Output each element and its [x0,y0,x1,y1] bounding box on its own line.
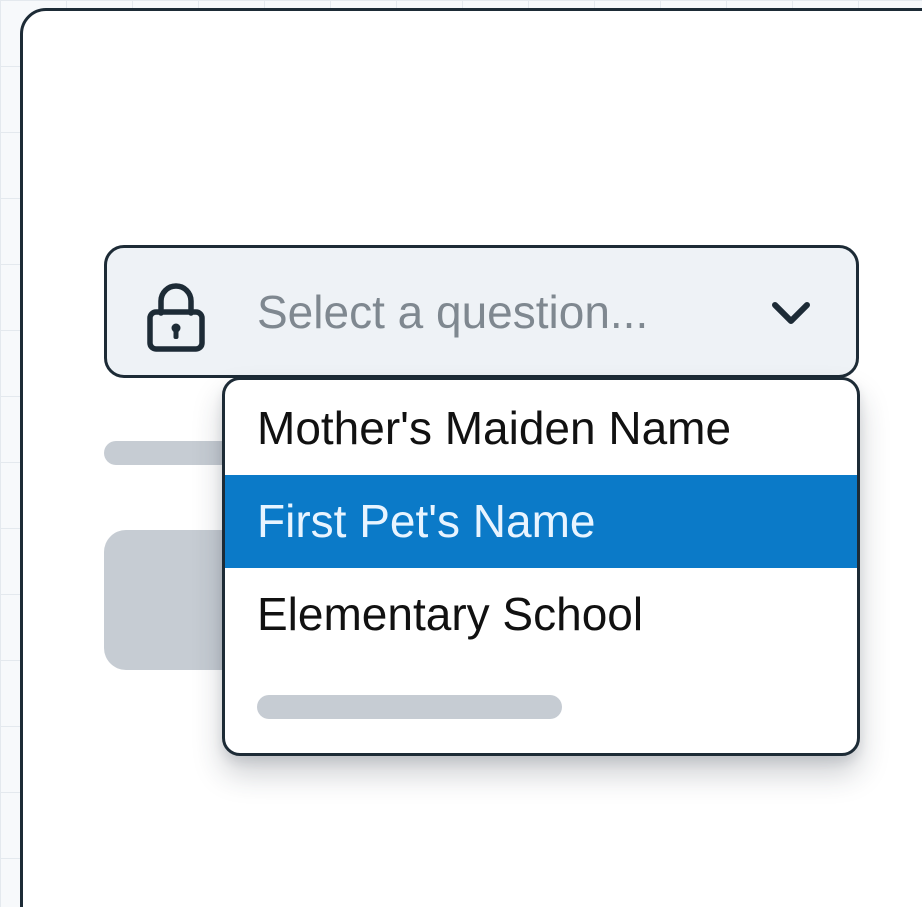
option-loading-placeholder [257,695,562,719]
security-question-dropdown: Mother's Maiden Name First Pet's Name El… [222,377,860,756]
chevron-down-icon[interactable] [769,298,813,328]
option-first-pets-name[interactable]: First Pet's Name [225,475,857,568]
select-placeholder: Select a question... [257,286,649,338]
option-elementary-school[interactable]: Elementary School [225,568,857,661]
security-question-select[interactable]: Select a question... [104,245,859,378]
option-mothers-maiden-name[interactable]: Mother's Maiden Name [225,382,857,475]
lock-icon [147,283,205,352]
